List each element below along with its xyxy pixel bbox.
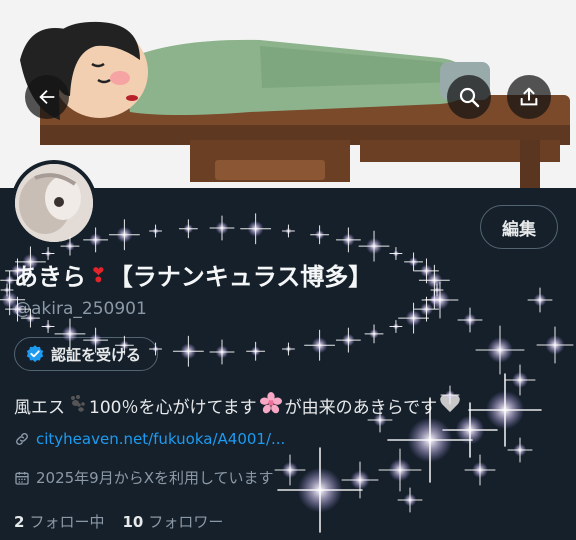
followers-label: フォロワー [148,513,224,531]
heart-emoji: ❣ [90,262,107,287]
bio-text-3: が由来のあきらです [284,398,438,418]
back-button[interactable] [25,75,69,119]
search-icon [459,87,480,108]
edit-profile-label: 編集 [502,219,536,240]
calendar-icon [15,471,29,485]
bio-text-2: 100％を心がけてます [89,398,257,418]
display-name-main: あきら [14,263,86,291]
join-date-text: 2025年9月からXを利用しています [36,469,274,487]
join-date: 2025年9月からXを利用しています [14,467,274,488]
get-verified-label: 認証を受ける [51,345,142,364]
avatar-photo [15,164,93,242]
verified-badge-icon [26,345,44,363]
arrow-left-icon [39,89,55,105]
profile-bio: 風エス 100％を心がけてます が由来のあきらです [14,392,463,419]
gray-heart-icon [439,393,461,418]
bio-text-1: 風エス [14,398,65,418]
following-label: フォロー中 [29,513,105,531]
share-button[interactable] [507,75,551,119]
get-verified-button[interactable]: 認証を受ける [14,337,159,371]
share-icon [520,87,538,106]
search-button[interactable] [447,75,491,119]
user-handle: @akira_250901 [14,299,147,319]
followers-count: 10 [122,513,144,531]
paw-prints-icon [67,394,87,417]
link-icon [16,433,28,445]
following-link[interactable]: 2 フォロー中 [14,511,104,532]
display-name-tag: 【ラナンキュラス博多】 [108,263,373,291]
profile-website[interactable]: cityheaven.net/fukuoka/A4001/... [14,430,285,448]
followers-link[interactable]: 10 フォロワー [122,511,223,532]
edit-profile-button[interactable]: 編集 [480,205,558,249]
profile-website-link[interactable]: cityheaven.net/fukuoka/A4001/... [36,430,285,448]
cherry-blossom-icon [259,392,283,419]
follow-stats: 2 フォロー中 10 フォロワー [14,511,223,532]
following-count: 2 [14,513,25,531]
avatar[interactable] [11,160,97,246]
display-name: あきら ❣ 【ラナンキュラス博多】 [14,257,372,292]
